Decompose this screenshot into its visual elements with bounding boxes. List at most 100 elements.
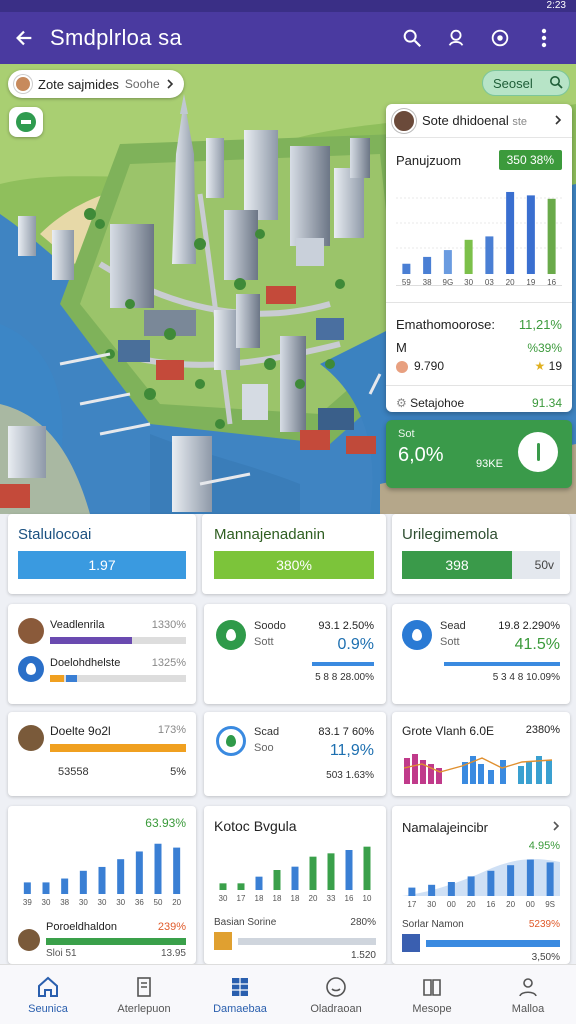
chart-card-mini[interactable]: Grote Vlanh 6.0E 2380% <box>392 712 570 796</box>
nav-item-0[interactable]: Seunica <box>0 965 96 1024</box>
bar-chart-card-1[interactable]: 63.93% 39 30 38 30 30 30 36 50 20 Poroeldhaldon … <box>8 806 196 964</box>
chart-bar <box>547 198 556 274</box>
search-pill-button[interactable]: Seosel <box>482 70 570 96</box>
overlay-m2-right: ★ 19 <box>534 359 562 373</box>
chart-bar <box>464 239 473 274</box>
avatar <box>18 929 40 951</box>
location-chip[interactable]: Zote sajmides Soohe <box>8 70 184 98</box>
chart-tick-label: 17 <box>237 894 246 902</box>
metric-card-2-label: Sead <box>440 620 466 632</box>
chart-tick-label: 16 <box>547 278 556 286</box>
chart-bar <box>428 884 436 896</box>
bar-chart-card-1-foot-label: Poroeldhaldon <box>46 921 117 933</box>
chart-area <box>402 859 560 896</box>
mini-bar-chart <box>403 754 553 784</box>
area-chart-card[interactable]: Namalajeincibr 4.95% 17 30 00 20 16 20 00 9S So… <box>392 806 570 964</box>
metric-card-2[interactable]: Sead Sott 19.8 2.290% 41.5% 5 3 4 8 10.0… <box>392 604 570 704</box>
metric-card-3[interactable]: Scad Soo 83.1 7 60% 11,9% 503 1.63% <box>204 712 386 796</box>
drop-icon <box>216 620 246 650</box>
metric-card-3-v1: 83.1 7 60% <box>318 726 374 738</box>
chart-bar <box>219 883 227 890</box>
chart-bar <box>173 847 181 894</box>
nav-label-5: Malloa <box>511 1002 545 1015</box>
search-pill-label: Seosel <box>493 75 533 91</box>
metric-card-1[interactable]: Soodo Sott 93.1 2.50% 0.9% 5 8 8 28.00% <box>204 604 386 704</box>
chart-tick-label: 30 <box>116 898 125 906</box>
bar-chart-card-2-foot-value: 280% <box>350 917 376 928</box>
overlay-title: Sote dhidoenal ste <box>422 113 528 128</box>
nav-item-1[interactable]: Aterlepuon <box>96 965 192 1024</box>
chart-bar <box>546 862 554 896</box>
bar-chart-card-2[interactable]: Kotoc Bvgula 30 17 18 18 18 20 33 16 10 Basian S… <box>204 806 386 964</box>
list-card-1-label: Veadlenrila <box>50 618 105 631</box>
chart-tick-label: 30 <box>79 898 88 906</box>
page-title: Smdplrloa sa <box>50 25 182 50</box>
back-arrow-icon[interactable] <box>10 24 38 52</box>
chart-tick-label: 20 <box>309 894 318 902</box>
bar-chart-card-1-foot2-right: 13.95 <box>160 948 186 959</box>
list-card-3-foot: 53558 <box>58 766 89 778</box>
tile-2[interactable]: Mannajenadanin 380% <box>202 514 386 594</box>
overlay-header[interactable]: Sote dhidoenal ste <box>386 104 572 138</box>
chart-tick-label: 20 <box>506 900 515 908</box>
progress-bar <box>426 939 560 947</box>
chevron-right-icon <box>166 77 174 92</box>
bar-chart-card-2-foot2: 1.520 <box>350 950 376 961</box>
chart-tick-label: 33 <box>327 894 336 902</box>
growth-card[interactable]: Sot 6,0% 93KE <box>386 420 572 488</box>
location-chip-value: Soohe <box>124 77 160 91</box>
list-card-1[interactable]: Veadlenrila 1330% Doelohdhelste 1325% <box>8 604 196 704</box>
tile-3[interactable]: Urilegimemola 398 50v <box>392 514 570 594</box>
chart-tick-label: 59 <box>402 278 411 286</box>
drop-icon <box>402 620 432 650</box>
user-pin-icon[interactable] <box>434 16 478 60</box>
layers-button[interactable] <box>9 107 43 137</box>
more-vert-icon[interactable] <box>522 16 566 60</box>
chart-bar <box>443 250 452 274</box>
list-card-3[interactable]: Doelte 9o2l 173% 53558 5% <box>8 712 196 796</box>
chart-bar <box>42 882 50 894</box>
smile-icon <box>326 976 346 997</box>
avatar <box>392 108 416 133</box>
drop-icon <box>18 656 44 682</box>
chart-bar <box>408 887 416 896</box>
chevron-right-icon[interactable] <box>552 818 560 836</box>
search-icon[interactable] <box>390 16 434 60</box>
bar-chart-card-2-foot-label: Basian Sorine <box>214 917 277 928</box>
chart-bar <box>237 883 245 890</box>
chart-bar <box>363 846 371 890</box>
progress-bar <box>238 937 376 945</box>
status-time: 2:23 <box>546 0 566 11</box>
chart-tick-label: 03 <box>485 278 494 286</box>
info-icon[interactable] <box>518 432 558 472</box>
tile-2-title: Mannajenadanin <box>214 526 325 543</box>
bar-chart-card-1-foot2: Sloi 51 <box>46 948 77 959</box>
tile-1[interactable]: Stalulocoai 1.97 <box>8 514 196 594</box>
layers-icon <box>16 112 36 132</box>
chart-tick-label: 50 <box>154 898 163 906</box>
chart-tick-label: 39 <box>23 898 32 906</box>
bar-chart-card-1-foot-value: 239% <box>157 921 186 933</box>
nav-item-5[interactable]: Malloa <box>480 965 576 1024</box>
chart-tick-label: 30 <box>42 898 51 906</box>
location-chip-label: Zote sajmides <box>38 76 119 92</box>
bar-chart-card-1-value: 63.93% <box>145 816 186 830</box>
map-book-icon <box>423 978 441 996</box>
settings-circle-icon[interactable] <box>478 16 522 60</box>
chart-tick-label: 17 <box>407 900 416 908</box>
chart-tick-label: 19 <box>526 278 535 286</box>
metric-card-3-label: Scad <box>254 726 280 738</box>
progress-bar <box>50 744 186 752</box>
chart-bar <box>255 876 263 890</box>
nav-item-2[interactable]: Damaebaa <box>192 965 288 1024</box>
metric-card-3-v2: 11,9% <box>329 742 374 759</box>
chevron-right-icon <box>554 113 562 128</box>
nav-label-1: Aterlepuon <box>117 1002 171 1015</box>
nav-item-3[interactable]: Oladraoan <box>288 965 384 1024</box>
stats-overlay-panel: Sote dhidoenal ste Panujzuom 350 38% 59 3… <box>386 104 572 412</box>
nav-item-4[interactable]: Mesope <box>384 965 480 1024</box>
area-chart-card-foot2: 3,50% <box>531 952 560 963</box>
metric-card-1-sub: Sott <box>254 636 274 648</box>
overlay-bar-chart: 59 38 9G 30 03 20 19 16 <box>396 178 562 287</box>
nav-label-2: Damaebaa <box>213 1002 267 1015</box>
